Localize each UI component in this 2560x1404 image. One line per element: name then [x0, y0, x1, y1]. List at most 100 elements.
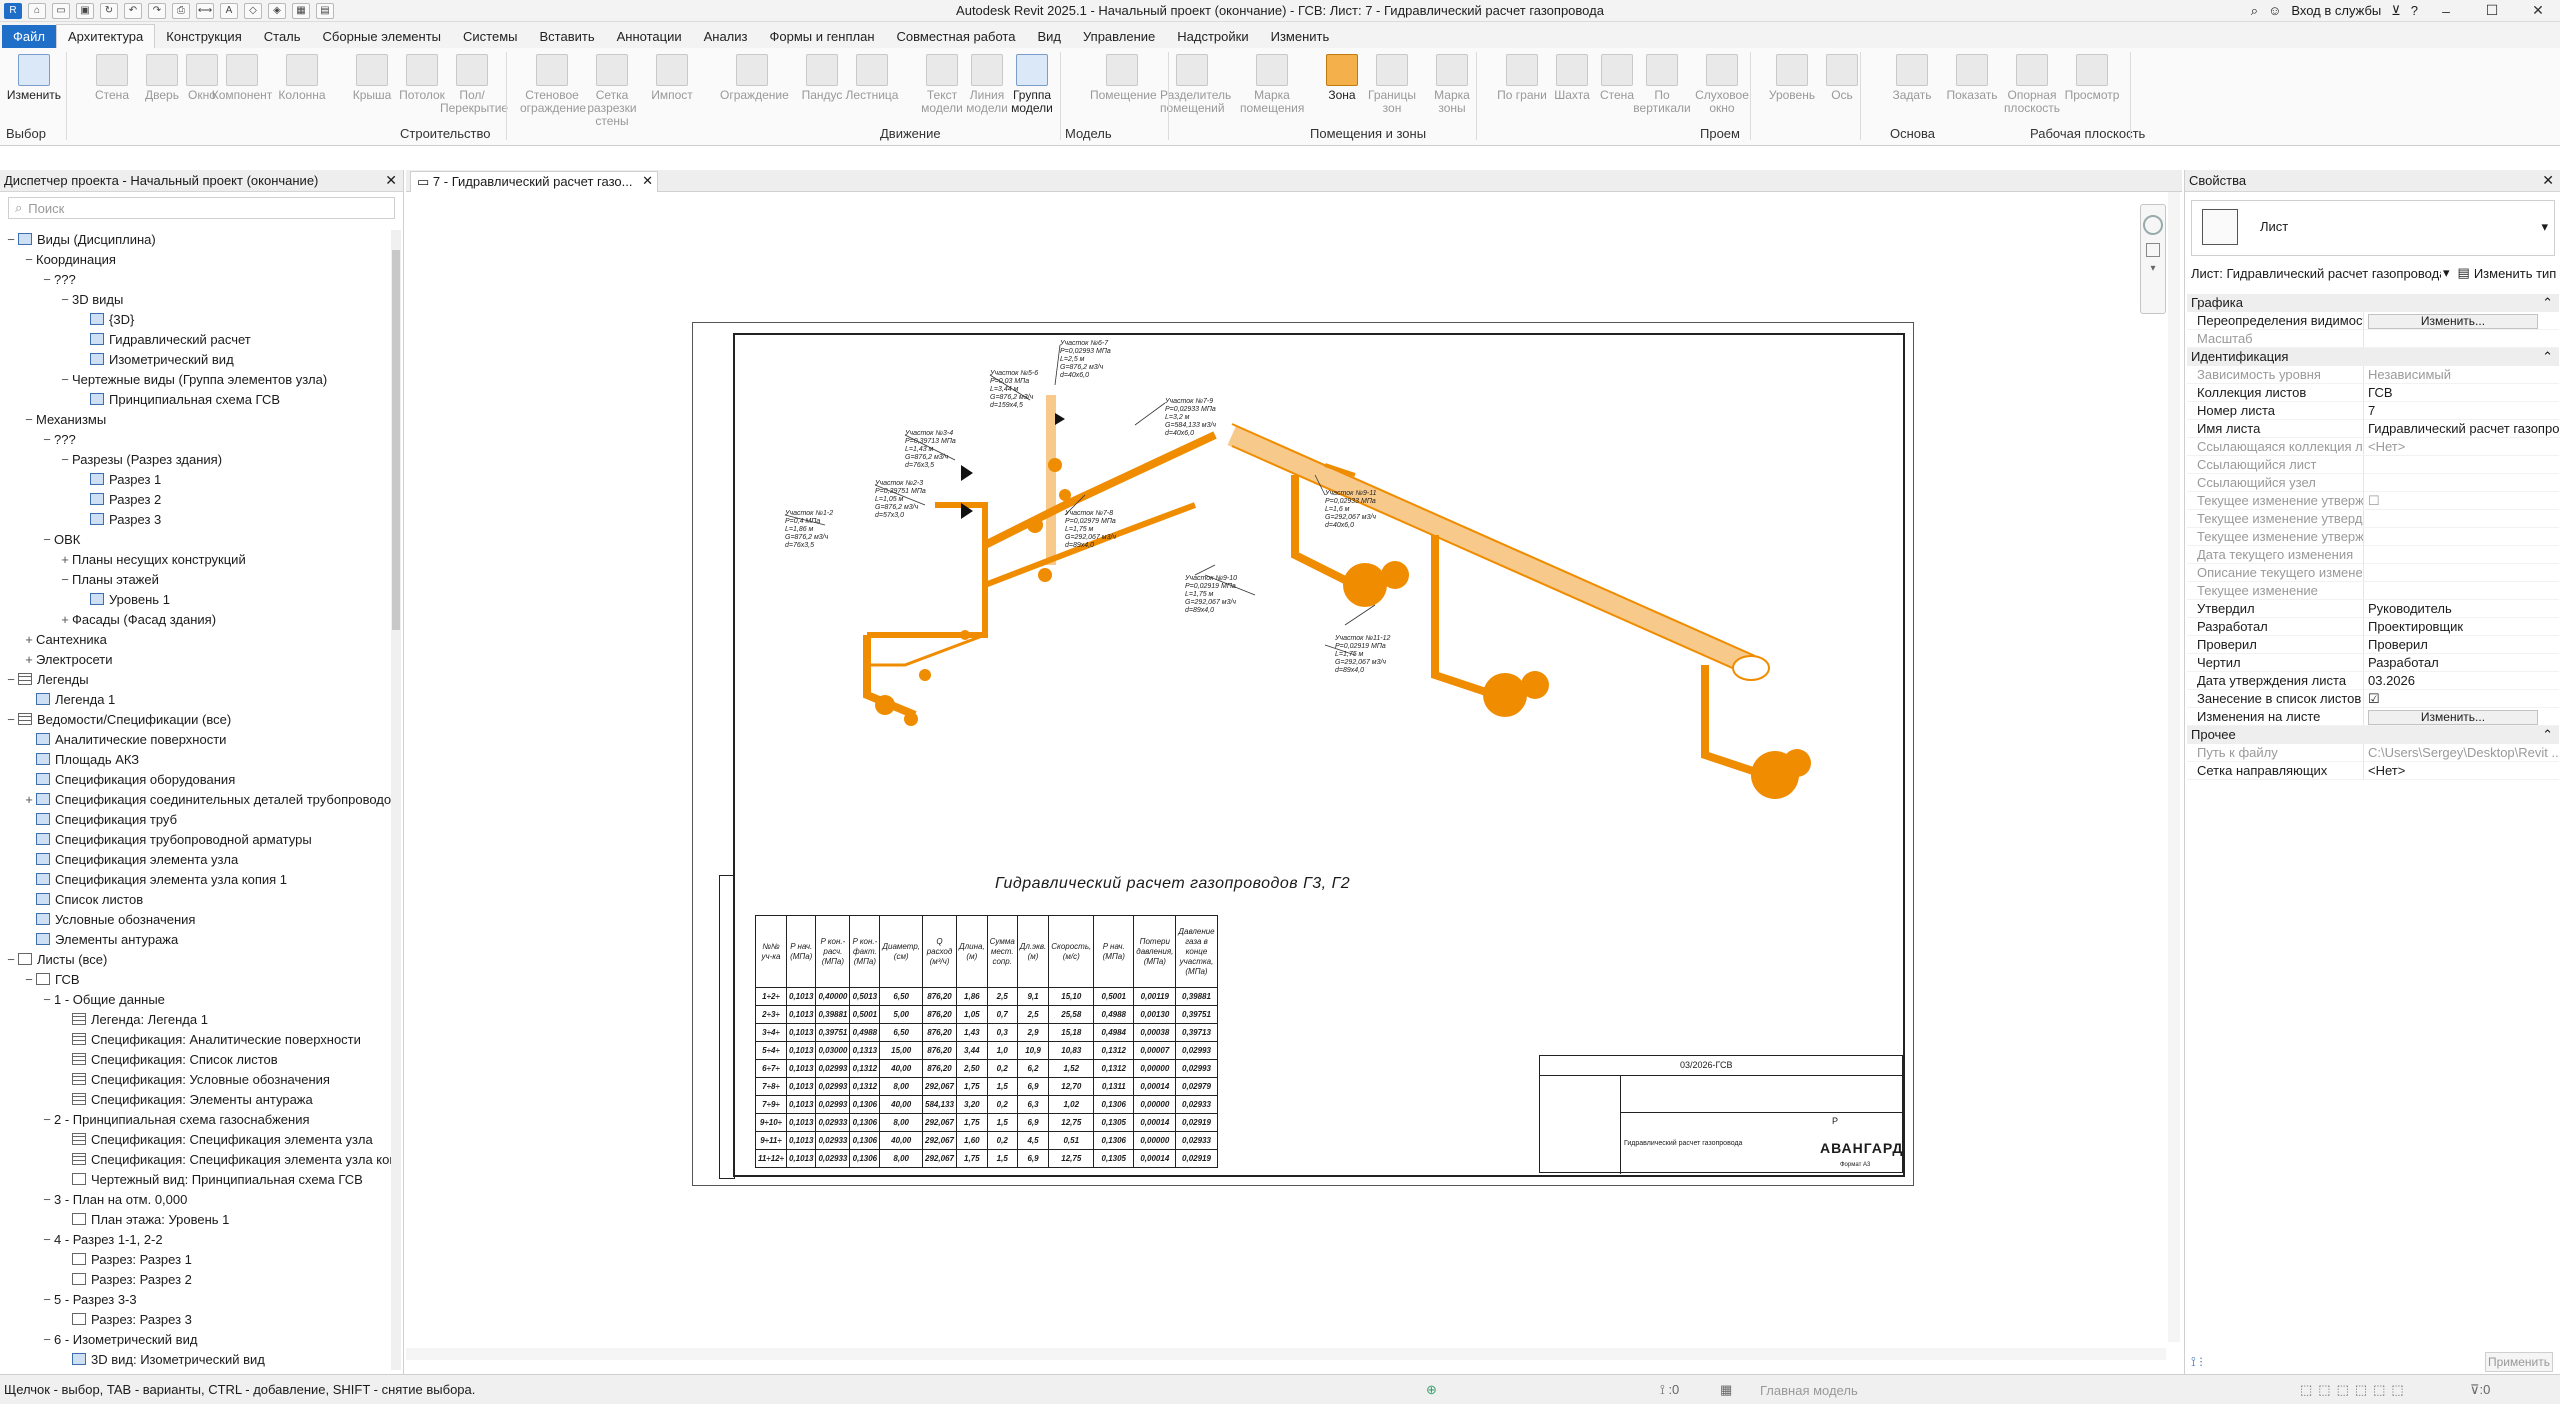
property-value[interactable]: ГСВ	[2363, 384, 2559, 401]
user-icon[interactable]: ☺	[2268, 3, 2281, 18]
property-value[interactable]: Проверил	[2363, 636, 2559, 653]
chevron-down-icon[interactable]: ▾	[2541, 219, 2548, 235]
tree-node[interactable]: − Виды (Дисциплина)	[4, 230, 156, 250]
expand-icon[interactable]: +	[22, 630, 36, 650]
tree-node[interactable]: − Механизмы	[22, 410, 106, 430]
model-icon[interactable]: ▦	[1720, 1382, 1732, 1398]
ribbon-tab[interactable]: Совместная работа	[886, 25, 1027, 48]
ribbon-tab[interactable]: Вид	[1026, 25, 1072, 48]
tree-node[interactable]: Спецификация: Спецификация элемента узла…	[58, 1150, 392, 1170]
expand-icon[interactable]: −	[40, 1230, 54, 1250]
ribbon-tool[interactable]: Импост	[640, 52, 704, 122]
tree-node[interactable]: − Координация	[22, 250, 116, 270]
ribbon-tab[interactable]: Надстройки	[1166, 25, 1259, 48]
tree-node[interactable]: Спецификация элемента узла копия 1	[22, 870, 287, 890]
collapse-icon[interactable]: ⌃	[2542, 294, 2553, 312]
tree-node[interactable]: Элементы антуража	[22, 930, 178, 950]
tree-node[interactable]: Принципиальная схема ГСВ	[76, 390, 280, 410]
scrollbar-thumb[interactable]	[392, 250, 400, 630]
tree-node[interactable]: Уровень 1	[76, 590, 170, 610]
tree-node[interactable]: Список листов	[22, 890, 143, 910]
ribbon-tool[interactable]: По вертикали	[1630, 52, 1694, 122]
tree-node[interactable]: Разрез: Разрез 1	[58, 1250, 192, 1270]
property-value[interactable]: 03.2026	[2363, 672, 2559, 689]
property-value[interactable]: 7	[2363, 402, 2559, 419]
ribbon-panel-label[interactable]: Рабочая плоскость	[2030, 126, 2145, 141]
ribbon-tool[interactable]: Марка зоны	[1420, 52, 1484, 122]
tree-node[interactable]: Спецификация элемента узла	[22, 850, 238, 870]
tree-node[interactable]: −3D виды	[58, 290, 123, 310]
edit-button[interactable]: Изменить...	[2368, 314, 2538, 329]
expand-icon[interactable]: −	[40, 990, 54, 1010]
filter-icon[interactable]: ⊽:0	[2470, 1382, 2490, 1398]
ribbon-panel-label[interactable]: Помещения и зоны	[1310, 126, 1426, 141]
ribbon-tab[interactable]: Архитектура	[55, 24, 156, 48]
maximize-button[interactable]: ☐	[2474, 2, 2510, 19]
help-icon[interactable]: ?	[2411, 3, 2418, 18]
tree-node[interactable]: Спецификация: Элементы антуража	[58, 1090, 313, 1110]
canvas-horizontal-scrollbar[interactable]	[406, 1348, 2166, 1360]
ribbon-tool[interactable]: Лестница	[840, 52, 904, 122]
expand-icon[interactable]: −	[58, 290, 72, 310]
expand-icon[interactable]: +	[22, 790, 36, 810]
ribbon-tab[interactable]: Управление	[1072, 25, 1166, 48]
expand-icon[interactable]: −	[40, 430, 54, 450]
tree-node[interactable]: 3D вид: Изометрический вид	[58, 1350, 265, 1370]
ribbon-tool[interactable]: Разделитель помещений	[1160, 52, 1231, 122]
ribbon-panel-label[interactable]: Основа	[1890, 126, 1935, 141]
tree-node[interactable]: −5 - Разрез 3-3	[40, 1290, 136, 1310]
ribbon-tool[interactable]: Показать	[1940, 52, 2004, 122]
properties-help-link[interactable]: ⟟ ⫶	[2191, 1354, 2203, 1370]
expand-icon[interactable]: −	[40, 530, 54, 550]
expand-icon[interactable]: −	[4, 710, 18, 730]
expand-icon[interactable]: −	[4, 950, 18, 970]
tree-node[interactable]: − Листы (все)	[4, 950, 107, 970]
ribbon-tool[interactable]: Опорная плоскость	[2000, 52, 2064, 122]
expand-icon[interactable]: −	[40, 1330, 54, 1350]
apply-button[interactable]: Применить	[2485, 1352, 2553, 1372]
property-value[interactable]: Разработал	[2363, 654, 2559, 671]
tree-node[interactable]: − Планы этажей	[58, 570, 159, 590]
tree-node[interactable]: + Электросети	[22, 650, 112, 670]
expand-icon[interactable]: −	[4, 230, 18, 250]
chevron-down-icon[interactable]: ▾	[2141, 263, 2165, 274]
close-icon[interactable]: ✕	[642, 173, 653, 189]
edit-type-icon[interactable]: ▤	[2458, 265, 2470, 281]
property-value[interactable]: Изменить...	[2363, 708, 2559, 725]
tree-node[interactable]: Аналитические поверхности	[22, 730, 226, 750]
instance-selector[interactable]: Лист: Гидравлический расчет газопровода …	[2187, 262, 2559, 284]
ribbon-tab[interactable]: Сборные элементы	[312, 25, 452, 48]
expand-icon[interactable]: +	[22, 650, 36, 670]
ribbon-tab[interactable]: Аннотации	[606, 25, 693, 48]
ribbon-tool[interactable]: Слуховое окно	[1690, 52, 1754, 122]
expand-icon[interactable]: −	[22, 250, 36, 270]
ribbon-tool[interactable]: Сетка разрезки стены	[580, 52, 644, 128]
tree-node[interactable]: −2 - Принципиальная схема газоснабжения	[40, 1110, 309, 1130]
tree-node[interactable]: −???	[40, 430, 76, 450]
tree-node[interactable]: −1 - Общие данные	[40, 990, 165, 1010]
ribbon-panel-label[interactable]: Движение	[880, 126, 941, 141]
tree-node[interactable]: −6 - Изометрический вид	[40, 1330, 197, 1350]
tree-node[interactable]: Условные обозначения	[22, 910, 195, 930]
tree-node[interactable]: Разрез: Разрез 3	[58, 1310, 192, 1330]
drawing-canvas[interactable]: ▾ Участок №6-7 P=0,02993 МПа L=2,5 м G=8…	[406, 192, 2182, 1360]
tree-node[interactable]: Легенда: Легенда 1	[58, 1010, 208, 1030]
tree-node[interactable]: + Планы несущих конструкций	[58, 550, 246, 570]
project-browser-scrollbar[interactable]	[391, 230, 401, 1370]
ribbon-tool[interactable]: Колонна	[270, 52, 334, 122]
tree-node[interactable]: − Чертежные виды (Группа элементов узла)	[58, 370, 327, 390]
tree-node[interactable]: Спецификация оборудования	[22, 770, 235, 790]
tree-node[interactable]: Спецификация труб	[22, 810, 177, 830]
edit-button[interactable]: Изменить...	[2368, 710, 2538, 725]
ribbon-panel-label[interactable]: Выбор	[6, 126, 46, 141]
tree-node[interactable]: Гидравлический расчет	[76, 330, 251, 350]
expand-icon[interactable]: −	[40, 1290, 54, 1310]
collapse-icon[interactable]: ⌃	[2542, 348, 2553, 366]
tree-node[interactable]: Спецификация трубопроводной арматуры	[22, 830, 312, 850]
tree-node[interactable]: −3 - План на отм. 0,000	[40, 1190, 187, 1210]
ribbon-tool[interactable]: Задать	[1880, 52, 1944, 122]
navigation-bar[interactable]: ▾	[2140, 204, 2166, 314]
tree-node[interactable]: Разрез 1	[76, 470, 161, 490]
tree-node[interactable]: Спецификация: Спецификация элемента узла	[58, 1130, 373, 1150]
canvas-vertical-scrollbar[interactable]	[2168, 192, 2180, 1342]
